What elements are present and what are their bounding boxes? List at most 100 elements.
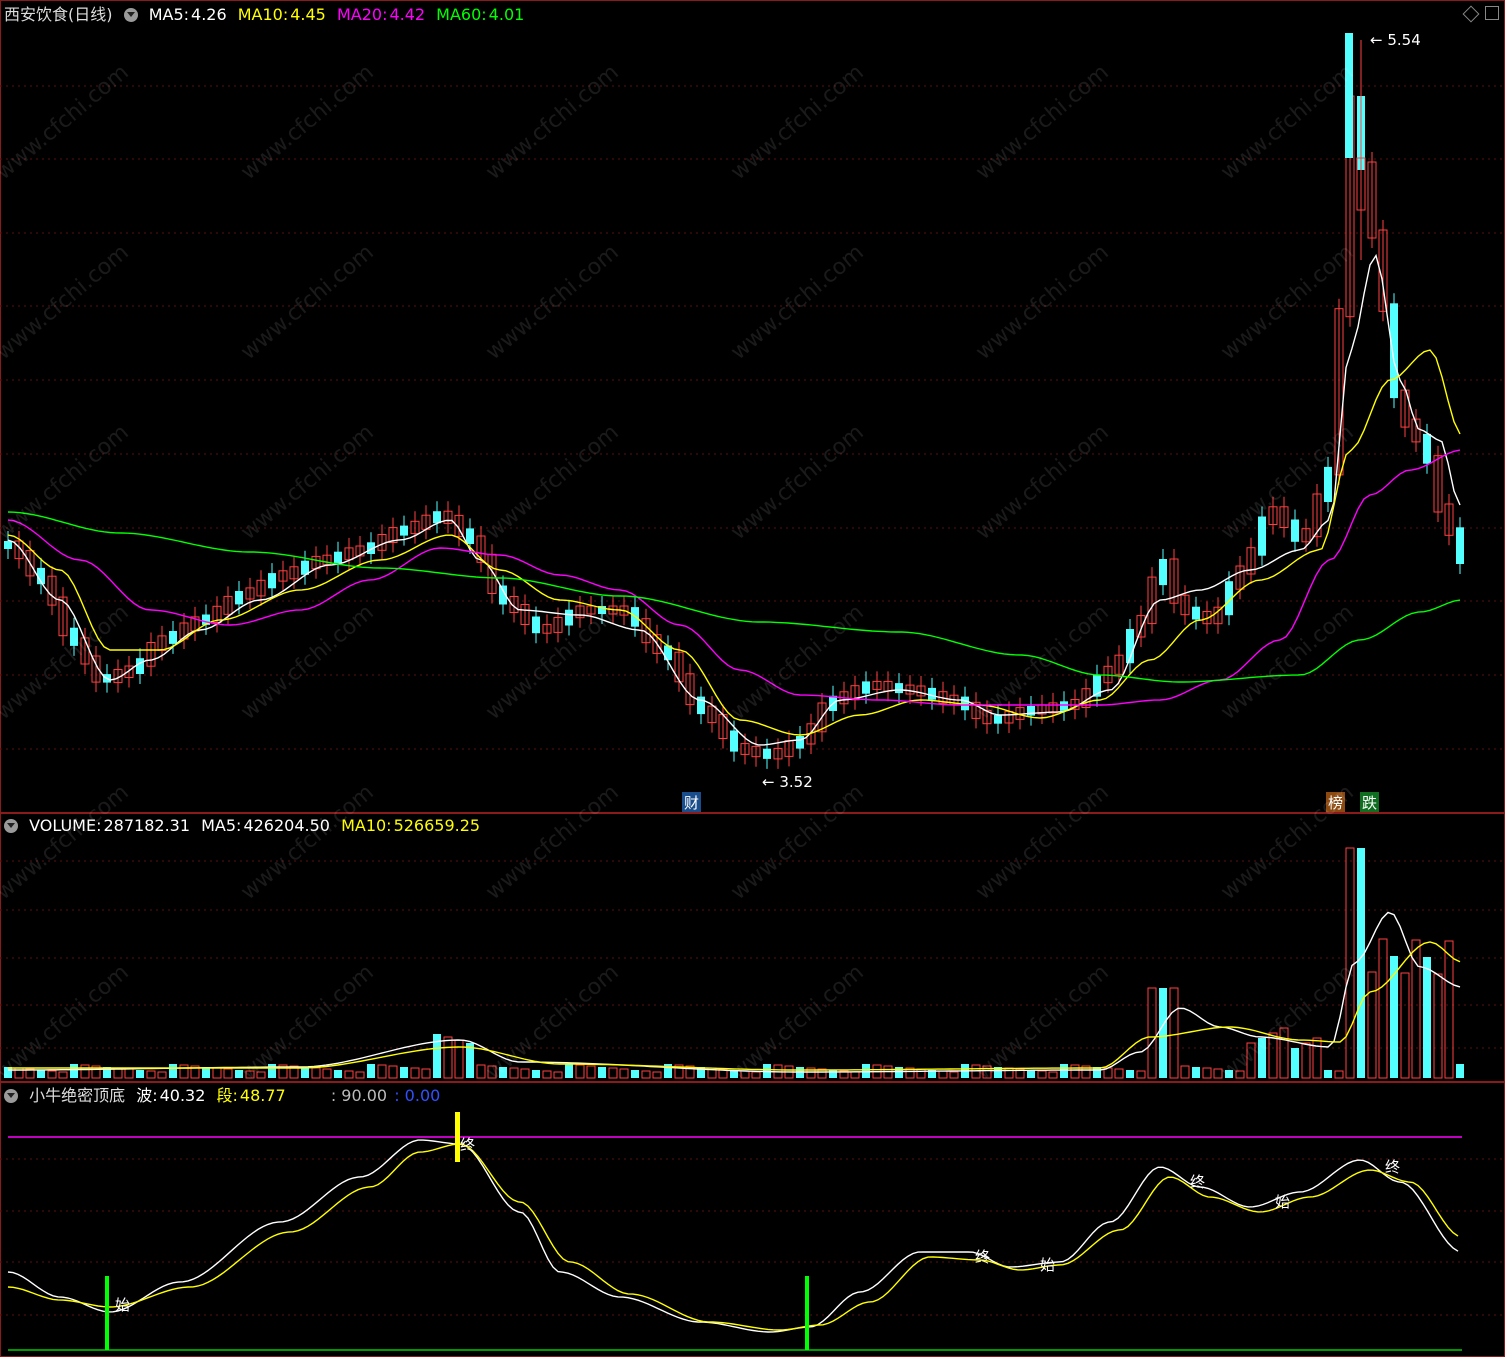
volume-bar <box>1444 940 1454 1079</box>
volume-bar <box>37 1070 45 1078</box>
candle-body <box>862 681 870 694</box>
volume-bar <box>1378 938 1388 1079</box>
volume-bar <box>751 1071 761 1079</box>
ma20-line <box>7 449 1461 706</box>
volume-bar <box>377 1064 387 1079</box>
candle-body <box>1159 559 1167 586</box>
signal-marker: 终 <box>1190 1173 1205 1191</box>
volume-bar <box>179 1064 189 1079</box>
signal-marker: 终 <box>975 1248 990 1266</box>
volume-bar <box>982 1065 992 1079</box>
volume-bar <box>1136 1070 1146 1079</box>
volume-bar <box>520 1068 530 1079</box>
volume-bar <box>575 1064 585 1079</box>
volume-bar <box>388 1065 398 1079</box>
volume-bar <box>1060 1064 1068 1078</box>
volume-bar <box>949 1071 959 1079</box>
volume-bar <box>1324 1070 1332 1078</box>
volume-bar <box>565 1064 573 1078</box>
candle-body <box>994 715 1002 724</box>
candle-body <box>1258 516 1266 556</box>
candle-body <box>1390 303 1398 399</box>
marker-die[interactable]: 跌 <box>1360 792 1380 813</box>
marker-cai[interactable]: 财 <box>682 792 702 813</box>
candle-body <box>433 511 441 524</box>
bo-line <box>7 1139 1459 1333</box>
volume-bar <box>895 1067 903 1078</box>
low-price-label: ← 3.52 <box>762 773 813 791</box>
volume-bar <box>1291 1048 1299 1078</box>
volume-bar <box>1114 1068 1124 1079</box>
indicator-chart[interactable]: 终始终 始终始终 <box>0 1082 1505 1357</box>
candle-body <box>1060 701 1068 711</box>
spike-candle <box>1345 33 1353 158</box>
volume-bar <box>608 1067 618 1079</box>
volume-bar <box>256 1071 266 1079</box>
volume-bar <box>532 1070 540 1078</box>
volume-bar <box>1423 957 1431 1078</box>
volume-bar <box>1400 972 1410 1079</box>
volume-bar <box>443 1036 453 1079</box>
candle-body <box>1456 527 1464 564</box>
volume-bar <box>1433 973 1443 1079</box>
volume-bar <box>641 1070 651 1079</box>
volume-bar <box>400 1067 408 1078</box>
volume-bar <box>410 1067 420 1079</box>
volume-bar <box>421 1068 431 1079</box>
volume-bar <box>1169 987 1179 1079</box>
ma10-line <box>7 349 1461 736</box>
volume-bar <box>1147 987 1157 1079</box>
volume-bar <box>1037 1070 1047 1079</box>
volume-bar <box>487 1065 497 1079</box>
volume-bar <box>80 1064 90 1079</box>
volume-bar <box>971 1064 981 1079</box>
volume-bar <box>268 1064 276 1078</box>
volume-bar <box>850 1071 860 1079</box>
volume-bar <box>334 1070 342 1078</box>
volume-bar <box>1070 1064 1080 1079</box>
candlestick-chart[interactable] <box>0 0 1505 812</box>
volume-chart[interactable] <box>0 812 1505 1082</box>
candle-body <box>169 631 177 644</box>
volume-bar <box>235 1070 243 1078</box>
signal-marker: 终 <box>1385 1158 1400 1176</box>
volume-bar <box>631 1070 639 1078</box>
candle-body <box>70 627 78 646</box>
volume-bar <box>1027 1070 1035 1078</box>
volume-bar <box>124 1068 134 1079</box>
candle-body <box>565 609 573 626</box>
volume-bar <box>553 1071 563 1079</box>
volume-bar <box>169 1064 177 1078</box>
candle-body <box>1423 433 1431 464</box>
volume-bar <box>1334 1070 1344 1079</box>
volume-bar <box>1004 1067 1014 1079</box>
volume-bar <box>146 1070 156 1079</box>
volume-bar <box>311 1067 321 1079</box>
signal-marker: 始 <box>115 1296 130 1314</box>
candle-body <box>400 525 408 536</box>
volume-bar <box>938 1070 948 1079</box>
buy-signal-bar <box>805 1276 809 1350</box>
volume-bar <box>619 1068 629 1079</box>
volume-bar <box>355 1071 365 1079</box>
volume-bar <box>1126 1070 1134 1078</box>
volume-bar <box>47 1070 57 1079</box>
duan-line <box>7 1143 1459 1331</box>
buy-signal-bar <box>105 1276 109 1350</box>
candle-body <box>1192 606 1200 620</box>
marker-bang[interactable]: 榜 <box>1326 792 1346 813</box>
volume-bar <box>829 1070 837 1078</box>
candle-body <box>532 616 540 634</box>
candle-body <box>895 683 903 694</box>
volume-bar <box>1268 1032 1278 1079</box>
volume-bar <box>58 1071 68 1079</box>
candle-body <box>334 551 342 564</box>
volume-bar <box>367 1064 375 1078</box>
candle-body <box>928 687 936 700</box>
volume-bar <box>1159 988 1167 1078</box>
volume-bar <box>1312 1037 1322 1079</box>
volume-bar <box>1048 1071 1058 1079</box>
volume-bar <box>212 1067 222 1079</box>
candle-body <box>466 528 474 544</box>
volume-bar <box>652 1071 662 1079</box>
